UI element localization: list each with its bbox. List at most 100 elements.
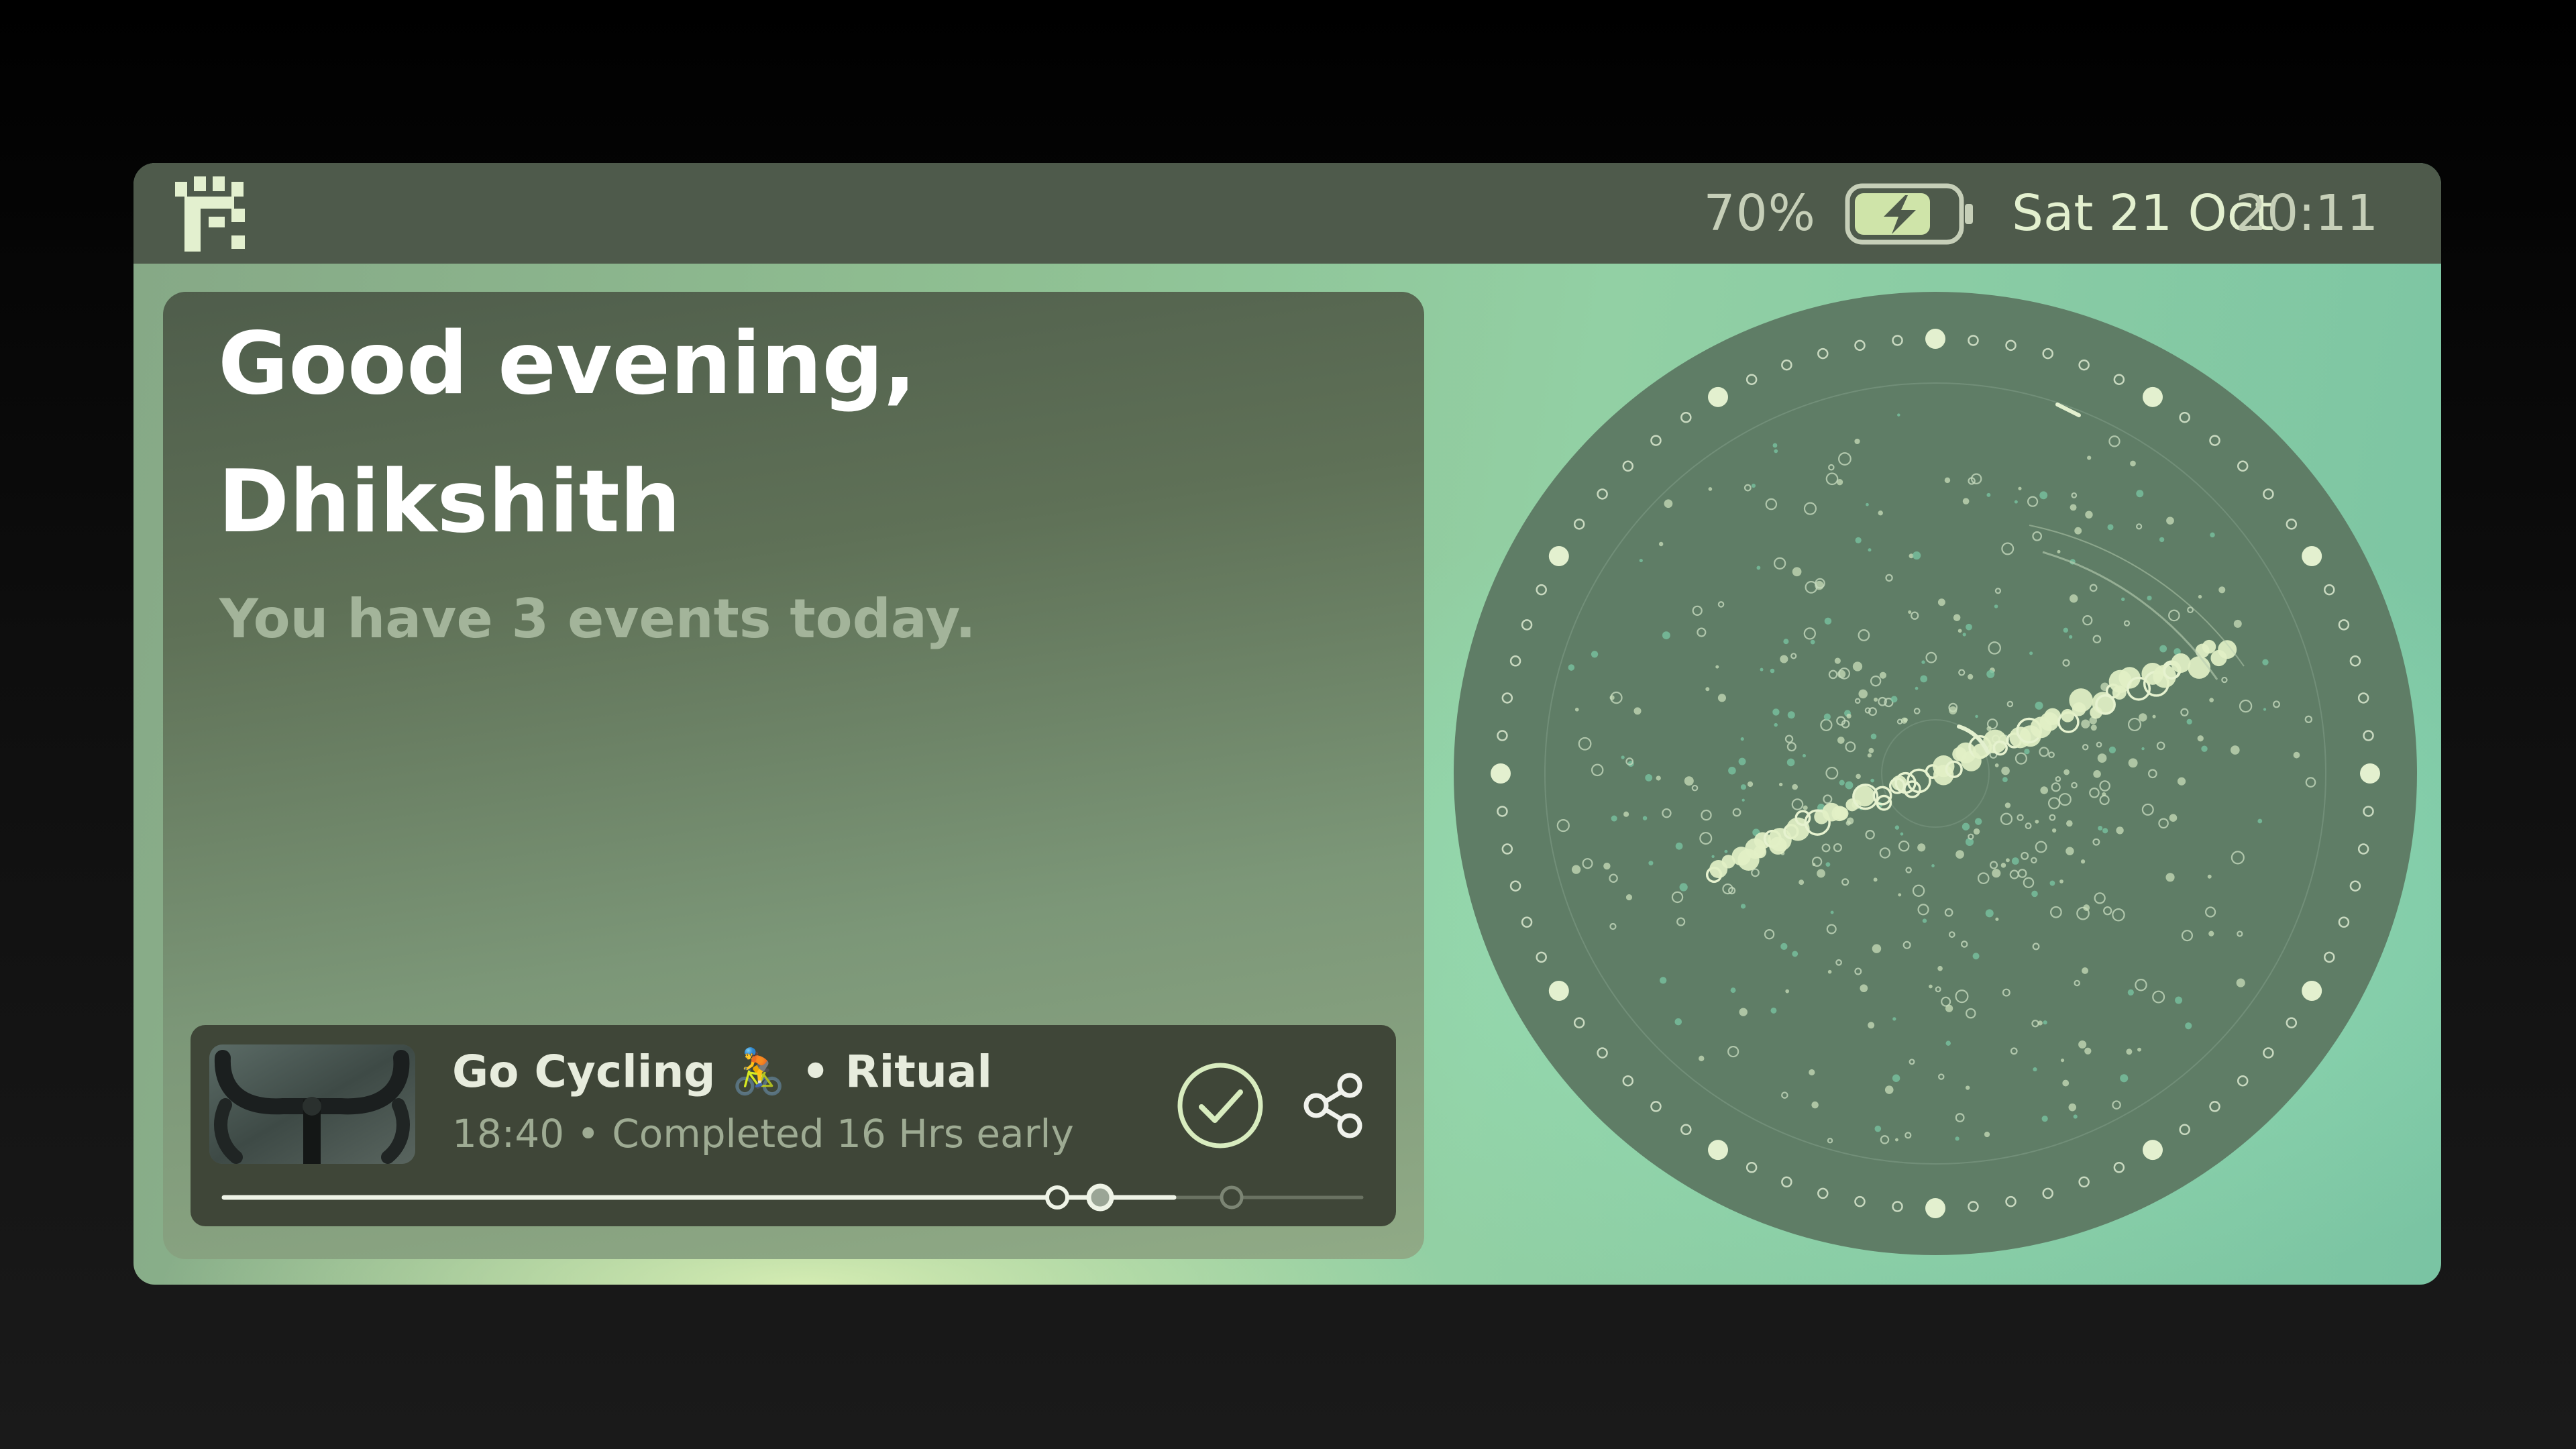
dial-hour-marker	[2143, 386, 2163, 407]
dial-scatter-dot	[1724, 849, 1728, 853]
dial-scatter-dot	[1817, 869, 1825, 878]
dial-scatter-dot	[1837, 737, 1845, 744]
dial-scatter-dot	[2033, 1067, 2037, 1072]
dial-scatter-dot	[1867, 753, 1872, 758]
dial-scatter-dot	[2097, 753, 2107, 763]
dial-scatter-dot	[1679, 883, 1688, 892]
dial-scatter-dot	[2059, 879, 2063, 883]
dial-scatter-dot	[1633, 707, 1642, 715]
dial-scatter-dot	[2116, 826, 2124, 835]
dial-scatter-dot	[1825, 862, 1831, 867]
dial-scatter-dot	[1945, 1040, 1951, 1046]
dial-scatter-dot	[1834, 657, 1841, 664]
dial-scatter-dot	[1827, 969, 1832, 974]
dial-scatter-dot	[1917, 843, 1926, 852]
dial-scatter-dot	[2175, 996, 2183, 1004]
dial-scatter-dot	[1642, 816, 1648, 820]
dial-scatter-dot	[2037, 1020, 2043, 1026]
dial-scatter-dot	[1738, 757, 1746, 765]
dial-scatter-dot	[2236, 978, 2245, 987]
greeting-title: Good evening,	[218, 314, 916, 414]
dial-scatter-dot	[1708, 487, 1713, 491]
dial-scatter-dot	[1900, 717, 1908, 724]
dial-scatter-dot	[2041, 1116, 2048, 1122]
dial-scatter-dot	[1870, 778, 1874, 783]
dial-scatter-dot	[2147, 595, 2152, 601]
dial-scatter-dot	[2066, 820, 2073, 827]
dial-scatter-dot	[2069, 594, 2078, 603]
dial-scatter-dot	[1955, 1136, 1960, 1141]
dial-scatter-dot	[2093, 770, 2101, 778]
dial-scatter-dot	[2197, 735, 2204, 742]
dial-scatter-dot	[1660, 977, 1667, 984]
dial-scatter-dot	[1920, 675, 1928, 683]
dial-scatter-dot	[2185, 1022, 2192, 1030]
dial-scatter-dot	[2210, 532, 2215, 538]
dial-hour-marker	[1925, 1198, 1945, 1218]
dial-scatter-dot	[2063, 769, 2070, 775]
dial-scatter-dot	[2233, 619, 2242, 628]
dial-scatter-dot	[1571, 865, 1581, 874]
dial-scatter-dot	[1968, 674, 1974, 680]
dial-scatter-dot	[1739, 1008, 1748, 1016]
dial-scatter-dot	[1994, 604, 1998, 608]
dial-trail-dot	[2061, 708, 2075, 722]
dial-scatter-dot	[2035, 701, 2043, 710]
dial-scatter-dot	[2166, 517, 2174, 525]
check-circle-icon[interactable]	[1175, 1060, 1266, 1151]
dial-hour-marker	[2302, 981, 2322, 1001]
dial-scatter-dot	[1792, 784, 1798, 790]
dial-scatter-dot	[1892, 1017, 1896, 1021]
dial-scatter-dot	[1823, 713, 1831, 720]
dial-scatter-dot	[2082, 967, 2089, 974]
dial-scatter-dot	[1810, 639, 1815, 645]
dial-scatter-dot	[2083, 904, 2090, 911]
event-title: Go Cycling 🚴 • Ritual	[452, 1046, 992, 1097]
dial-scatter-dot	[2057, 549, 2061, 553]
dial-hour-marker	[1708, 386, 1728, 407]
events-summary: You have 3 events today.	[219, 588, 976, 650]
dial-scatter-dot	[1741, 798, 1745, 802]
dial-scatter-dot	[1984, 1131, 1990, 1138]
dial-scatter-dot	[2120, 1074, 2129, 1083]
dial-scatter-dot	[2127, 989, 2134, 996]
dial-scatter-dot	[2085, 511, 2093, 519]
dial-scatter-dot	[2231, 745, 2240, 755]
dial-scatter-dot	[1854, 438, 1860, 445]
event-card[interactable]: Go Cycling 🚴 • Ritual 18:40 • Completed …	[191, 1025, 1396, 1226]
status-bar: 70% Sat 21 Oct 20:11	[133, 163, 2441, 264]
dial-scatter-dot	[2257, 818, 2263, 824]
dial-scatter-dot	[2121, 597, 2125, 602]
dial-scatter-dot	[2108, 746, 2116, 754]
dial-scatter-dot	[1625, 894, 1633, 901]
dial-scatter-dot	[1972, 953, 1980, 960]
dial-scatter-dot	[1937, 598, 1945, 606]
dial-scatter-dot	[1856, 773, 1861, 780]
dial-hour-marker	[2302, 546, 2322, 566]
dial-scatter-dot	[1845, 781, 1854, 790]
dial-scatter-dot	[1675, 842, 1683, 850]
dial-scatter-dot	[1664, 499, 1673, 508]
dial-scatter-dot	[2209, 698, 2214, 702]
dial-scatter-dot	[1945, 1004, 1953, 1012]
dial-scatter-dot	[1944, 477, 1951, 484]
share-icon[interactable]	[1296, 1068, 1371, 1143]
dial-scatter-dot	[1778, 782, 1783, 787]
dial-scatter-dot	[1786, 758, 1795, 767]
dial-trail-dot	[2188, 656, 2211, 679]
event-timeline-scrubber[interactable]	[219, 1181, 1366, 1214]
dial-scatter-dot	[2001, 766, 2010, 775]
dial-scatter-dot	[1873, 877, 1878, 882]
dial-scatter-dot	[1770, 668, 1775, 674]
dial-scatter-dot	[2043, 1020, 2047, 1025]
dial-scatter-dot	[1639, 558, 1643, 563]
dial-scatter-dot	[2098, 825, 2103, 831]
dial-trail-dot	[2069, 688, 2093, 712]
dial-scatter-dot	[1623, 811, 1629, 817]
timeline-playhead	[1086, 1183, 1114, 1212]
dial-scatter-dot	[2078, 1040, 2087, 1049]
dial-scatter-dot	[1894, 825, 1900, 830]
battery-percent: 70%	[1703, 184, 1816, 242]
dial-scatter-dot	[1756, 566, 1761, 570]
dial-scatter-dot	[1913, 551, 1921, 560]
